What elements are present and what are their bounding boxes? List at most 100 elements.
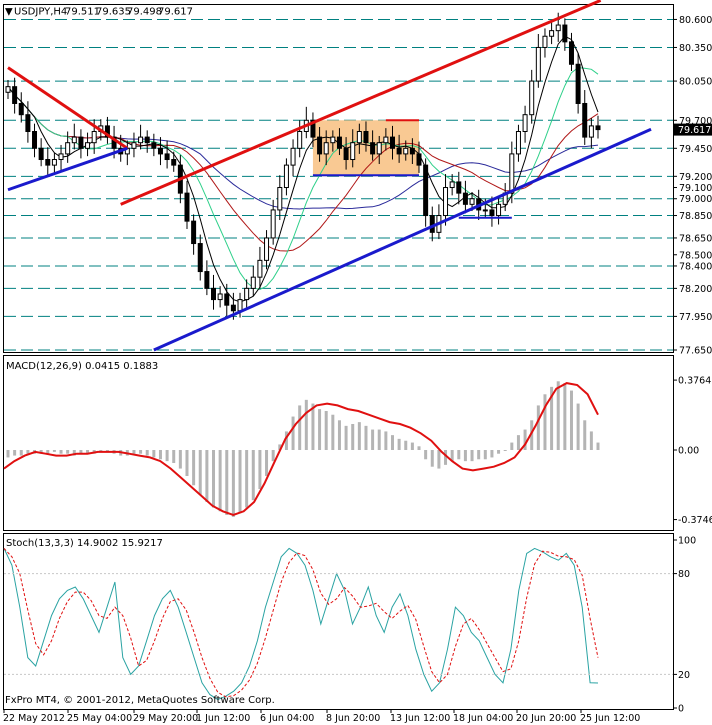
macd-bar-88 (589, 431, 593, 450)
candle-body-19 (131, 142, 137, 149)
price-tick-label-10: 78.500 (679, 250, 712, 261)
candle-body-80 (535, 46, 541, 82)
candle-body-51 (343, 147, 349, 161)
candle-body-76 (509, 153, 515, 194)
candle-body-54 (363, 130, 369, 144)
price-tick-label-4: 79.450 (679, 144, 712, 155)
macd-bar-68 (457, 450, 461, 460)
macd-bar-64 (430, 450, 434, 467)
ohlc-close: 79.617 (158, 7, 193, 18)
candle-body-27 (184, 192, 190, 222)
macd-bar-80 (536, 405, 540, 450)
candle-body-7 (51, 159, 57, 166)
candle-body-32 (217, 293, 223, 301)
candle-body-63 (423, 164, 429, 217)
price-tick-label-6: 79.100 (679, 183, 712, 194)
time-tick-label-9: 25 Jun 12:00 (580, 713, 640, 724)
macd-histogram (6, 381, 600, 517)
macd-bar-33 (225, 450, 229, 515)
candle-body-1 (12, 86, 18, 104)
candle-body-67 (449, 181, 455, 189)
candle-body-42 (283, 164, 289, 189)
candle-body-36 (244, 287, 250, 301)
macd-bar-24 (165, 450, 169, 462)
candle-body-73 (489, 209, 495, 217)
macd-bar-38 (258, 450, 262, 489)
ohlc-high: 79.635 (96, 7, 131, 18)
macd-bar-1 (13, 450, 17, 456)
macd-bar-60 (404, 440, 408, 450)
macd-bar-83 (556, 381, 560, 450)
candle-body-9 (65, 142, 71, 155)
candle-body-5 (38, 147, 44, 161)
macd-bar-87 (583, 420, 587, 450)
candle-body-22 (151, 142, 157, 149)
macd-bar-0 (6, 450, 10, 458)
macd-bar-61 (410, 442, 414, 450)
macd-bar-37 (251, 450, 255, 501)
candle-body-35 (237, 299, 243, 312)
candle-body-61 (409, 147, 415, 155)
candle-body-86 (575, 63, 581, 104)
macd-tick-label-1: 0.00 (678, 446, 699, 457)
candle-body-33 (224, 293, 230, 306)
candle-body-39 (264, 237, 270, 261)
price-level-lines (4, 18, 673, 351)
candle-body-79 (529, 80, 535, 116)
candle-body-8 (58, 153, 64, 161)
price-tick-label-1: 80.350 (679, 43, 712, 54)
candle-body-30 (204, 271, 210, 289)
candle-body-77 (515, 130, 521, 155)
macd-bar-25 (172, 450, 176, 463)
candle-body-29 (197, 243, 203, 273)
header-triangle-icon: ▼ (5, 7, 13, 18)
candle-body-25 (171, 159, 177, 166)
candle-body-49 (330, 136, 336, 144)
candle-body-41 (277, 187, 283, 211)
macd-bar-31 (212, 450, 216, 508)
candle-body-47 (317, 136, 323, 155)
price-tick-label-9: 78.650 (679, 233, 712, 244)
time-tick-label-2: 29 May 20:00 (133, 713, 198, 724)
macd-bar-75 (503, 450, 507, 451)
macd-bar-29 (198, 450, 202, 495)
macd-bar-85 (569, 390, 573, 450)
price-tick-label-0: 80.600 (679, 15, 712, 26)
macd-bar-9 (66, 450, 70, 454)
macd-bar-7 (52, 450, 56, 452)
macd-bar-2 (19, 450, 23, 456)
macd-bar-74 (497, 450, 501, 454)
candle-body-38 (257, 259, 263, 278)
candle-body-3 (25, 114, 31, 132)
macd-bar-34 (231, 450, 235, 517)
candle-body-24 (164, 153, 170, 161)
candle-body-12 (85, 142, 91, 149)
macd-bar-21 (145, 450, 149, 456)
price-tick-label-7: 79.000 (679, 194, 712, 205)
macd-bar-20 (139, 450, 143, 454)
macd-bar-65 (437, 450, 441, 469)
candle-body-59 (396, 147, 402, 155)
candle-body-0 (5, 86, 11, 93)
stoch-main-line (3, 547, 599, 701)
candle-body-6 (45, 159, 51, 166)
candle-body-58 (389, 136, 395, 149)
candle-body-10 (71, 136, 77, 144)
trading-chart: 80.60080.35080.05079.70079.45079.20079.1… (3, 0, 712, 724)
macd-bar-63 (424, 450, 428, 460)
macd-bar-81 (543, 394, 547, 450)
time-tick-label-0: 22 May 2012 (3, 713, 65, 724)
macd-bar-62 (417, 446, 421, 450)
stoch-axis-labels: 100 80 20 0 (4, 536, 696, 715)
macd-tick-label-2: -0.3746 (678, 515, 712, 526)
candle-body-69 (462, 192, 468, 205)
macd-bar-73 (490, 450, 494, 458)
candle-body-4 (32, 130, 38, 149)
price-tick-label-14: 77.650 (679, 346, 712, 357)
candle-body-56 (376, 142, 382, 155)
macd-bar-43 (291, 416, 295, 450)
macd-bar-46 (311, 403, 315, 450)
macd-tick-label-0: 0.3764 (678, 376, 711, 387)
ohlc-low: 79.498 (127, 7, 162, 18)
last-price-tag: 79.617 (674, 123, 712, 136)
